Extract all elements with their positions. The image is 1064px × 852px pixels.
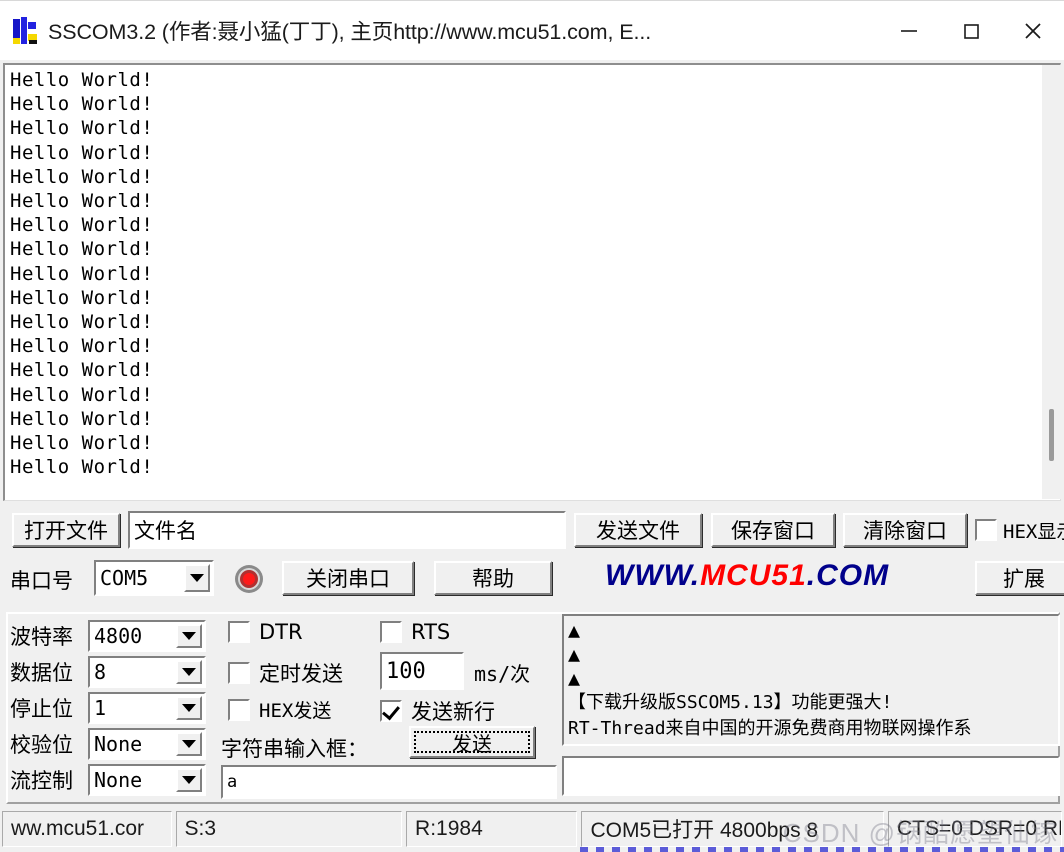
terminal-area: Hello World! Hello World! Hello World! H…: [0, 60, 1064, 505]
chevron-down-icon[interactable]: [176, 732, 202, 756]
send-newline-checkbox[interactable]: [380, 700, 402, 722]
databits-label: 数据位: [10, 661, 73, 685]
send-newline-label: 发送新行: [411, 700, 495, 724]
parity-select[interactable]: None: [88, 728, 206, 760]
status-sent-count: S:3: [175, 811, 403, 847]
info-pane[interactable]: ▲ ▲ ▲ 【下载升级版SSCOM5.13】功能更强大! RT-Thread来自…: [562, 614, 1060, 746]
baud-value: 4800: [94, 624, 143, 648]
hex-display-checkbox[interactable]: [975, 519, 997, 541]
send-button-label: 发送: [414, 731, 530, 756]
info-bottom-field[interactable]: [562, 756, 1060, 796]
setting-row-parity: 校验位 None: [10, 728, 206, 760]
send-string-input[interactable]: a: [221, 765, 557, 799]
setting-row-baud: 波特率 4800: [10, 620, 206, 652]
parity-label: 校验位: [10, 733, 73, 757]
terminal-output[interactable]: Hello World! Hello World! Hello World! H…: [3, 63, 1061, 501]
info-marker: ▲: [568, 666, 581, 690]
chevron-down-icon[interactable]: [176, 696, 202, 720]
port-select[interactable]: COM5: [94, 560, 214, 596]
stopbits-label: 停止位: [10, 697, 73, 721]
terminal-scrollbar[interactable]: [1042, 65, 1061, 499]
status-port-state: COM5已打开 4800bps 8: [581, 811, 884, 847]
chevron-down-icon[interactable]: [176, 624, 202, 648]
rts-label: RTS: [411, 620, 451, 644]
send-button[interactable]: 发送: [409, 726, 535, 758]
send-file-button[interactable]: 发送文件: [574, 513, 702, 547]
rts-option[interactable]: RTS: [380, 620, 450, 644]
site-logo[interactable]: WWW.MCU51.COM: [605, 559, 889, 593]
flowcontrol-label: 流控制: [10, 769, 73, 793]
timer-interval-input[interactable]: 100: [380, 652, 464, 690]
timed-send-label: 定时发送: [259, 662, 343, 686]
stopbits-value: 1: [94, 696, 107, 720]
stopbits-select[interactable]: 1: [88, 692, 206, 724]
baud-label: 波特率: [10, 625, 73, 649]
status-received-count: R:1984: [406, 811, 578, 847]
terminal-scrollbar-thumb[interactable]: [1049, 409, 1054, 461]
chevron-down-icon[interactable]: [184, 564, 210, 592]
sscom-window: SSCOM3.2 (作者:聂小猛(丁丁), 主页http://www.mcu51…: [0, 0, 1064, 852]
chevron-down-icon[interactable]: [176, 768, 202, 792]
help-button[interactable]: 帮助: [434, 561, 552, 595]
window-title: SSCOM3.2 (作者:聂小猛(丁丁), 主页http://www.mcu51…: [48, 20, 652, 44]
hex-display-label: HEX显示: [1003, 521, 1064, 543]
clear-window-button[interactable]: 清除窗口: [843, 513, 967, 547]
send-newline-option[interactable]: 发送新行: [380, 696, 495, 726]
setting-row-databits: 数据位 8: [10, 656, 206, 688]
chevron-down-icon[interactable]: [176, 660, 202, 684]
hex-send-checkbox[interactable]: [228, 698, 250, 721]
site-logo-brand: MCU51: [700, 559, 807, 592]
dtr-checkbox[interactable]: [228, 621, 250, 643]
info-marker: ▲: [568, 618, 581, 642]
open-file-button[interactable]: 打开文件: [12, 513, 120, 547]
port-label: 串口号: [10, 569, 73, 593]
timed-send-checkbox[interactable]: [228, 662, 250, 684]
window-controls: [878, 1, 1064, 61]
port-select-value: COM5: [100, 566, 149, 590]
extend-button[interactable]: 扩展: [975, 561, 1064, 595]
flowcontrol-select[interactable]: None: [88, 764, 206, 796]
rts-checkbox[interactable]: [380, 621, 402, 643]
parity-value: None: [94, 732, 143, 756]
terminal-text: Hello World! Hello World! Hello World! H…: [10, 69, 154, 479]
info-line-rtthread[interactable]: RT-Thread来自中国的开源免费商用物联网操作系: [568, 716, 1058, 742]
save-window-button[interactable]: 保存窗口: [711, 513, 835, 547]
databits-value: 8: [94, 660, 107, 684]
databits-select[interactable]: 8: [88, 656, 206, 688]
flowcontrol-value: None: [94, 768, 143, 792]
status-bar: ww.mcu51.cor S:3 R:1984 COM5已打开 4800bps …: [0, 806, 1064, 852]
string-input-label: 字符串输入框：: [221, 737, 368, 761]
info-marker: ▲: [568, 642, 581, 666]
dtr-option[interactable]: DTR: [228, 620, 303, 644]
setting-row-stopbits: 停止位 1: [10, 692, 206, 724]
timed-send-option[interactable]: 定时发送: [228, 658, 343, 688]
hex-send-label: HEX发送: [259, 700, 332, 722]
setting-row-flowcontrol: 流控制 None: [10, 764, 206, 796]
maximize-button[interactable]: [940, 1, 1002, 61]
file-toolbar: 打开文件 文件名 发送文件 保存窗口 清除窗口 HEX显示: [0, 505, 1064, 553]
status-control-lines: CTS=0 DSR=0 RL: [887, 811, 1063, 847]
minimize-button[interactable]: [878, 1, 940, 61]
app-icon: [12, 16, 38, 46]
info-line-upgrade[interactable]: 【下载升级版SSCOM5.13】功能更强大!: [568, 690, 1058, 716]
close-button[interactable]: [1002, 1, 1064, 61]
status-site: ww.mcu51.cor: [2, 811, 172, 847]
timer-unit-label: ms/次: [474, 662, 531, 686]
title-bar: SSCOM3.2 (作者:聂小猛(丁丁), 主页http://www.mcu51…: [0, 0, 1064, 60]
hex-send-option[interactable]: HEX发送: [228, 696, 331, 723]
dtr-label: DTR: [259, 620, 303, 644]
close-port-button[interactable]: 关闭串口: [282, 561, 414, 595]
port-toolbar: 串口号 COM5 关闭串口 帮助 WWW.MCU51.COM 扩展: [0, 553, 1064, 601]
file-name-input[interactable]: 文件名: [128, 511, 566, 549]
site-logo-prefix: WWW.: [605, 559, 701, 592]
site-logo-suffix: .COM: [806, 559, 890, 592]
baud-select[interactable]: 4800: [88, 620, 206, 652]
port-status-indicator-icon: [234, 564, 264, 594]
